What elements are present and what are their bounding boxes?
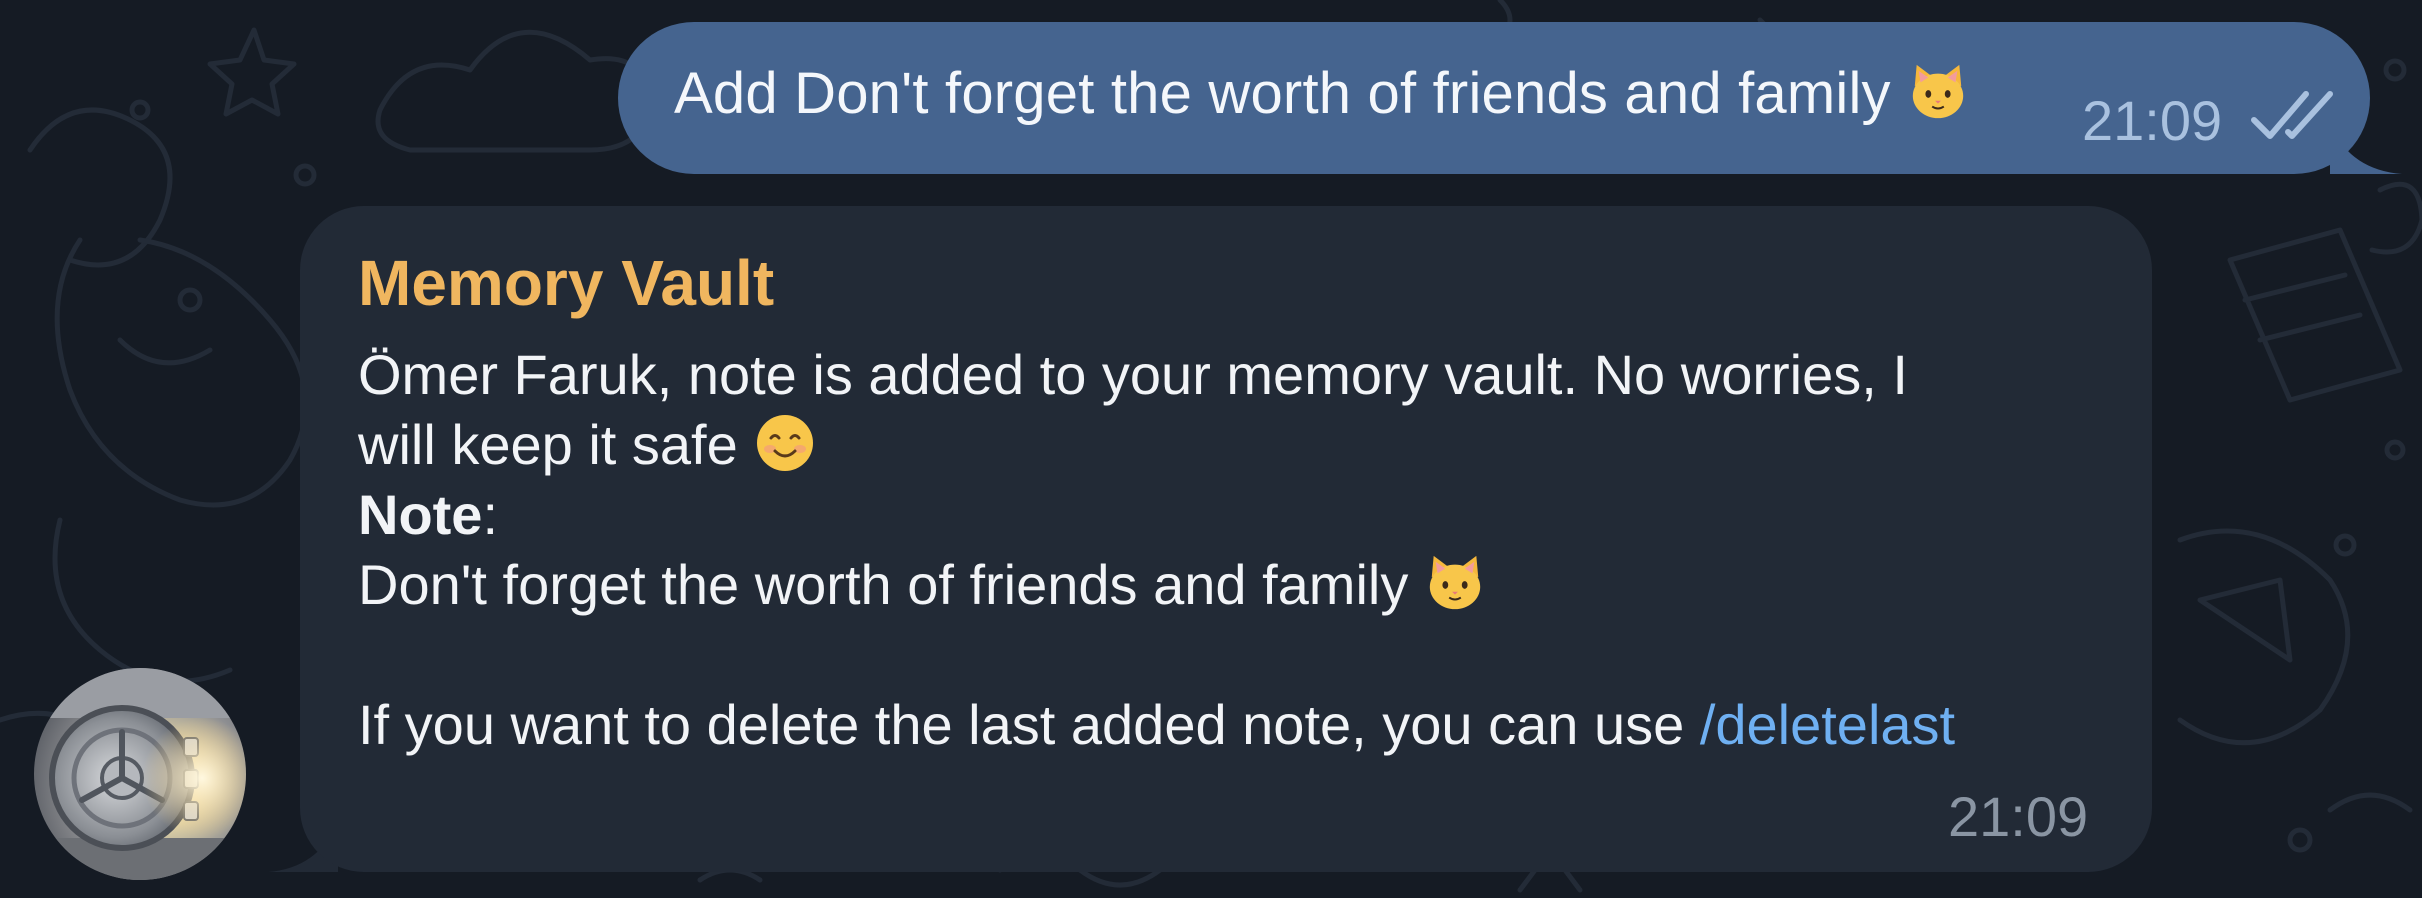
cat-face-icon <box>1912 64 1964 118</box>
note-colon: : <box>482 483 499 546</box>
incoming-message[interactable]: Memory Vault Ömer Faruk, note is added t… <box>300 206 2152 872</box>
note-text: Don't forget the worth of friends and fa… <box>358 553 1409 616</box>
smiling-face-icon <box>757 415 814 472</box>
message-line-2: will keep it safe <box>358 412 817 481</box>
outgoing-message-time: 21:09 <box>2082 89 2223 152</box>
double-check-read-icon <box>2251 91 2333 139</box>
outgoing-message-text: Add Don't forget the worth of friends an… <box>674 60 1969 129</box>
delete-hint-line: If you want to delete the last added not… <box>358 692 1955 757</box>
avatar[interactable] <box>34 668 246 880</box>
note-label: Note <box>358 483 483 546</box>
sender-name[interactable]: Memory Vault <box>358 246 774 320</box>
note-label-line: Note: <box>358 482 498 547</box>
note-text-line: Don't forget the worth of friends and fa… <box>358 552 1486 620</box>
incoming-message-time: 21:09 <box>1948 785 2089 848</box>
cat-face-icon <box>1429 556 1481 610</box>
delete-hint-text: If you want to delete the last added not… <box>358 693 1700 756</box>
outgoing-message[interactable]: Add Don't forget the worth of friends an… <box>618 22 2370 174</box>
vault-door-avatar-icon <box>34 668 246 880</box>
outgoing-text: Add Don't forget the worth of friends an… <box>674 61 1891 126</box>
message-line-2-text: will keep it safe <box>358 413 738 476</box>
deletelast-command-link[interactable]: /deletelast <box>1700 693 1955 756</box>
message-line-1: Ömer Faruk, note is added to your memory… <box>358 343 1908 406</box>
